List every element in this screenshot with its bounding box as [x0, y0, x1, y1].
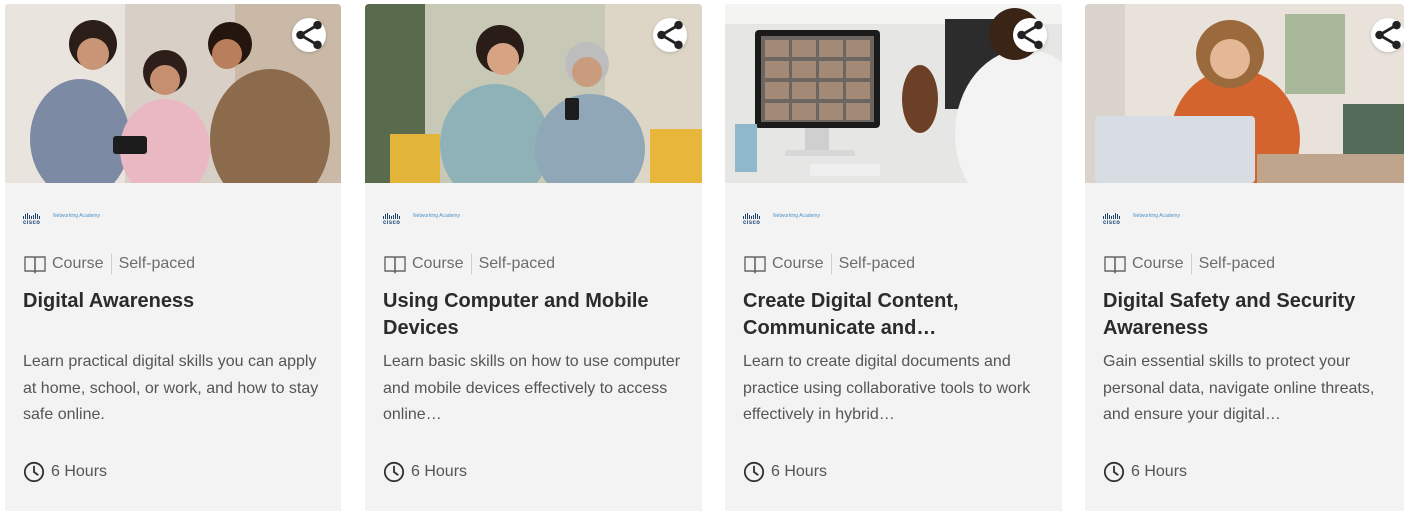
clock-icon: [1103, 461, 1125, 483]
clock-icon: [383, 461, 405, 483]
duration-label: 6 Hours: [51, 463, 108, 480]
book-icon: [24, 256, 46, 274]
course-card[interactable]: cisco Networking Academy Course Self-pac…: [5, 4, 341, 511]
book-icon: [744, 256, 766, 274]
course-meta: Course Self-paced: [383, 253, 555, 275]
share-icon: [296, 20, 322, 50]
partner-logo: cisco Networking Academy: [1103, 213, 1180, 226]
course-title[interactable]: Create Digital Content, Communicate and…: [743, 288, 1050, 342]
course-title[interactable]: Digital Safety and Security Awareness: [1103, 288, 1392, 342]
course-duration: 6 Hours: [383, 461, 467, 483]
course-card-row: cisco Networking Academy Course Self-pac…: [0, 0, 1404, 511]
course-thumbnail: [5, 4, 341, 183]
clock-icon: [23, 461, 45, 483]
course-image: [5, 4, 341, 183]
course-title[interactable]: Using Computer and Mobile Devices: [383, 288, 690, 342]
course-image: [365, 4, 702, 183]
book-icon: [384, 256, 406, 274]
course-pace: Self-paced: [838, 255, 916, 272]
course-type: Course: [772, 255, 824, 272]
share-button[interactable]: [1371, 18, 1404, 52]
share-button[interactable]: [1013, 18, 1047, 52]
course-thumbnail: [725, 4, 1062, 183]
course-type: Course: [1132, 255, 1184, 272]
share-icon: [1017, 20, 1043, 50]
course-description: Learn practical digital skills you can a…: [23, 353, 319, 423]
partner-logo: cisco Networking Academy: [23, 213, 100, 226]
course-duration: 6 Hours: [23, 461, 107, 483]
course-meta: Course Self-paced: [23, 253, 195, 275]
course-description: Learn to create digital documents and pr…: [743, 353, 1031, 423]
duration-label: 6 Hours: [411, 463, 468, 480]
course-pace: Self-paced: [478, 255, 556, 272]
course-image: [725, 4, 1062, 183]
course-meta: Course Self-paced: [1103, 253, 1275, 275]
duration-label: 6 Hours: [771, 463, 828, 480]
course-pace: Self-paced: [118, 255, 196, 272]
course-duration: 6 Hours: [743, 461, 827, 483]
meta-divider: [470, 254, 472, 274]
course-thumbnail: [365, 4, 702, 183]
course-description: Gain essential skills to protect your pe…: [1103, 353, 1375, 423]
course-type: Course: [52, 255, 104, 272]
share-icon: [657, 20, 683, 50]
course-meta: Course Self-paced: [743, 253, 915, 275]
partner-logo: cisco Networking Academy: [743, 213, 820, 226]
share-icon: [1375, 20, 1401, 50]
course-thumbnail: [1085, 4, 1404, 183]
meta-divider: [1190, 254, 1192, 274]
share-button[interactable]: [292, 18, 326, 52]
course-duration: 6 Hours: [1103, 461, 1187, 483]
meta-divider: [110, 254, 112, 274]
course-description: Learn basic skills on how to use compute…: [383, 353, 681, 423]
course-card[interactable]: cisco Networking Academy Course Self-pac…: [1085, 4, 1404, 511]
course-pace: Self-paced: [1198, 255, 1276, 272]
duration-label: 6 Hours: [1131, 463, 1188, 480]
partner-logo: cisco Networking Academy: [383, 213, 460, 226]
course-image: [1085, 4, 1404, 183]
course-card[interactable]: cisco Networking Academy Course Self-pac…: [725, 4, 1062, 511]
meta-divider: [830, 254, 832, 274]
book-icon: [1104, 256, 1126, 274]
course-card[interactable]: cisco Networking Academy Course Self-pac…: [365, 4, 702, 511]
course-title[interactable]: Digital Awareness: [23, 288, 329, 315]
course-type: Course: [412, 255, 464, 272]
clock-icon: [743, 461, 765, 483]
share-button[interactable]: [653, 18, 687, 52]
